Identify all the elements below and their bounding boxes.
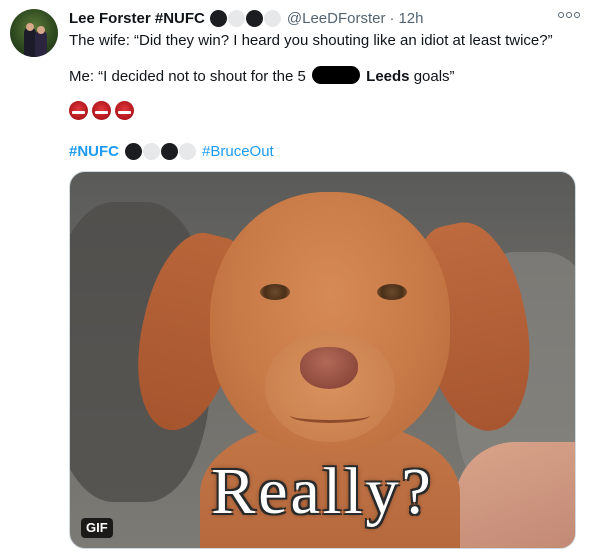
hashtag-row: #NUFC #BruceOut	[69, 141, 274, 161]
tweet-text-line-2: Me: “I decided not to shout for the 5 Le…	[69, 66, 455, 87]
name-badge-circle	[227, 9, 245, 27]
tweet-timestamp[interactable]: 12h	[398, 10, 423, 27]
display-name[interactable]: Lee Forster #NUFC	[69, 10, 205, 27]
more-dot	[574, 12, 580, 18]
hashtag-badge-circle	[125, 142, 143, 160]
name-badge-circle	[263, 9, 281, 27]
dog-right-eye	[377, 284, 407, 300]
hashtag-badge-circle	[143, 142, 161, 160]
hashtag-badge-circle	[161, 142, 179, 160]
tweet-header: Lee Forster #NUFC @LeeDForster · 12h	[69, 8, 424, 28]
red-angry-face-icon	[69, 101, 88, 120]
dog-nose	[300, 347, 358, 389]
line2-after: goals”	[413, 68, 455, 85]
hashtag-nufc[interactable]: #NUFC	[69, 143, 119, 160]
gif-badge: GIF	[81, 518, 113, 538]
hashtag-bruceout[interactable]: #BruceOut	[202, 143, 274, 160]
separator-dot: ·	[389, 9, 395, 27]
red-angry-face-icon	[115, 101, 134, 120]
hashtag-badges	[125, 142, 197, 160]
name-badge-circle	[245, 9, 263, 27]
avatar-head-2	[37, 26, 45, 34]
more-options-icon[interactable]	[558, 12, 580, 18]
red-angry-face-icon	[92, 101, 111, 120]
avatar-person-2	[35, 30, 47, 57]
emoji-row	[69, 101, 134, 120]
more-dot	[566, 12, 572, 18]
avatar-head-1	[26, 23, 34, 31]
tweet-text-line-1: The wife: “Did they win? I heard you sho…	[69, 32, 553, 49]
tweet[interactable]: Lee Forster #NUFC @LeeDForster · 12h The…	[0, 0, 590, 559]
name-badges	[209, 9, 281, 27]
dog-mouth	[290, 408, 370, 423]
redaction-bar	[311, 66, 360, 84]
hashtag-badge-circle	[179, 142, 197, 160]
avatar[interactable]	[10, 9, 58, 57]
more-dot	[558, 12, 564, 18]
dog-left-eye	[260, 284, 290, 300]
user-handle[interactable]: @LeeDForster	[287, 10, 386, 27]
gif-caption: Really?	[211, 455, 434, 528]
gif-media[interactable]: Really? GIF	[69, 171, 576, 549]
line2-before: Me: “I decided not to shout for the 5	[69, 68, 306, 85]
name-badge-circle	[209, 9, 227, 27]
line2-bold-word: Leeds	[366, 68, 410, 85]
